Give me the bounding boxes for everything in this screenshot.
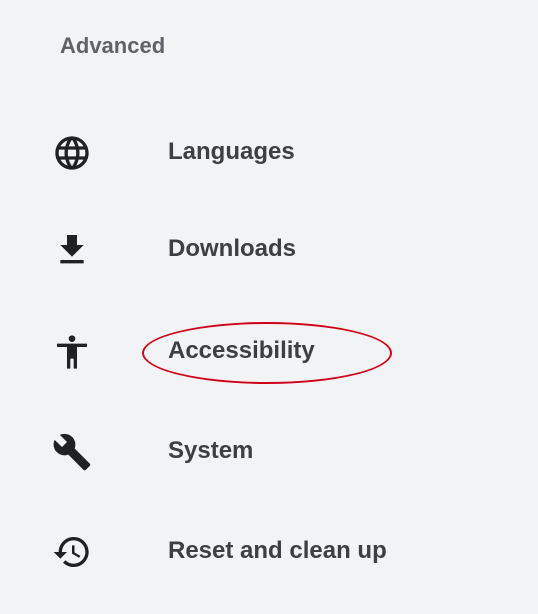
settings-sidebar: Advanced Languages Downloads Accessibili… (0, 0, 538, 614)
sidebar-item-reset[interactable]: Reset and clean up (0, 502, 538, 602)
accessibility-icon (52, 332, 92, 372)
sidebar-item-label: Languages (168, 138, 295, 165)
wrench-icon (52, 432, 92, 472)
sidebar-item-label: Reset and clean up (168, 537, 387, 564)
sidebar-item-label: System (168, 437, 254, 464)
restore-icon (52, 532, 92, 572)
sidebar-item-languages[interactable]: Languages (0, 103, 538, 203)
sidebar-item-system[interactable]: System (0, 402, 538, 502)
sidebar-item-label: Downloads (168, 235, 297, 262)
globe-icon (52, 133, 92, 173)
sidebar-item-accessibility[interactable]: Accessibility (0, 302, 538, 402)
sidebar-item-downloads[interactable]: Downloads (0, 200, 538, 300)
section-header-advanced: Advanced (60, 33, 166, 58)
sidebar-item-label: Accessibility (168, 337, 315, 364)
download-icon (52, 230, 92, 270)
